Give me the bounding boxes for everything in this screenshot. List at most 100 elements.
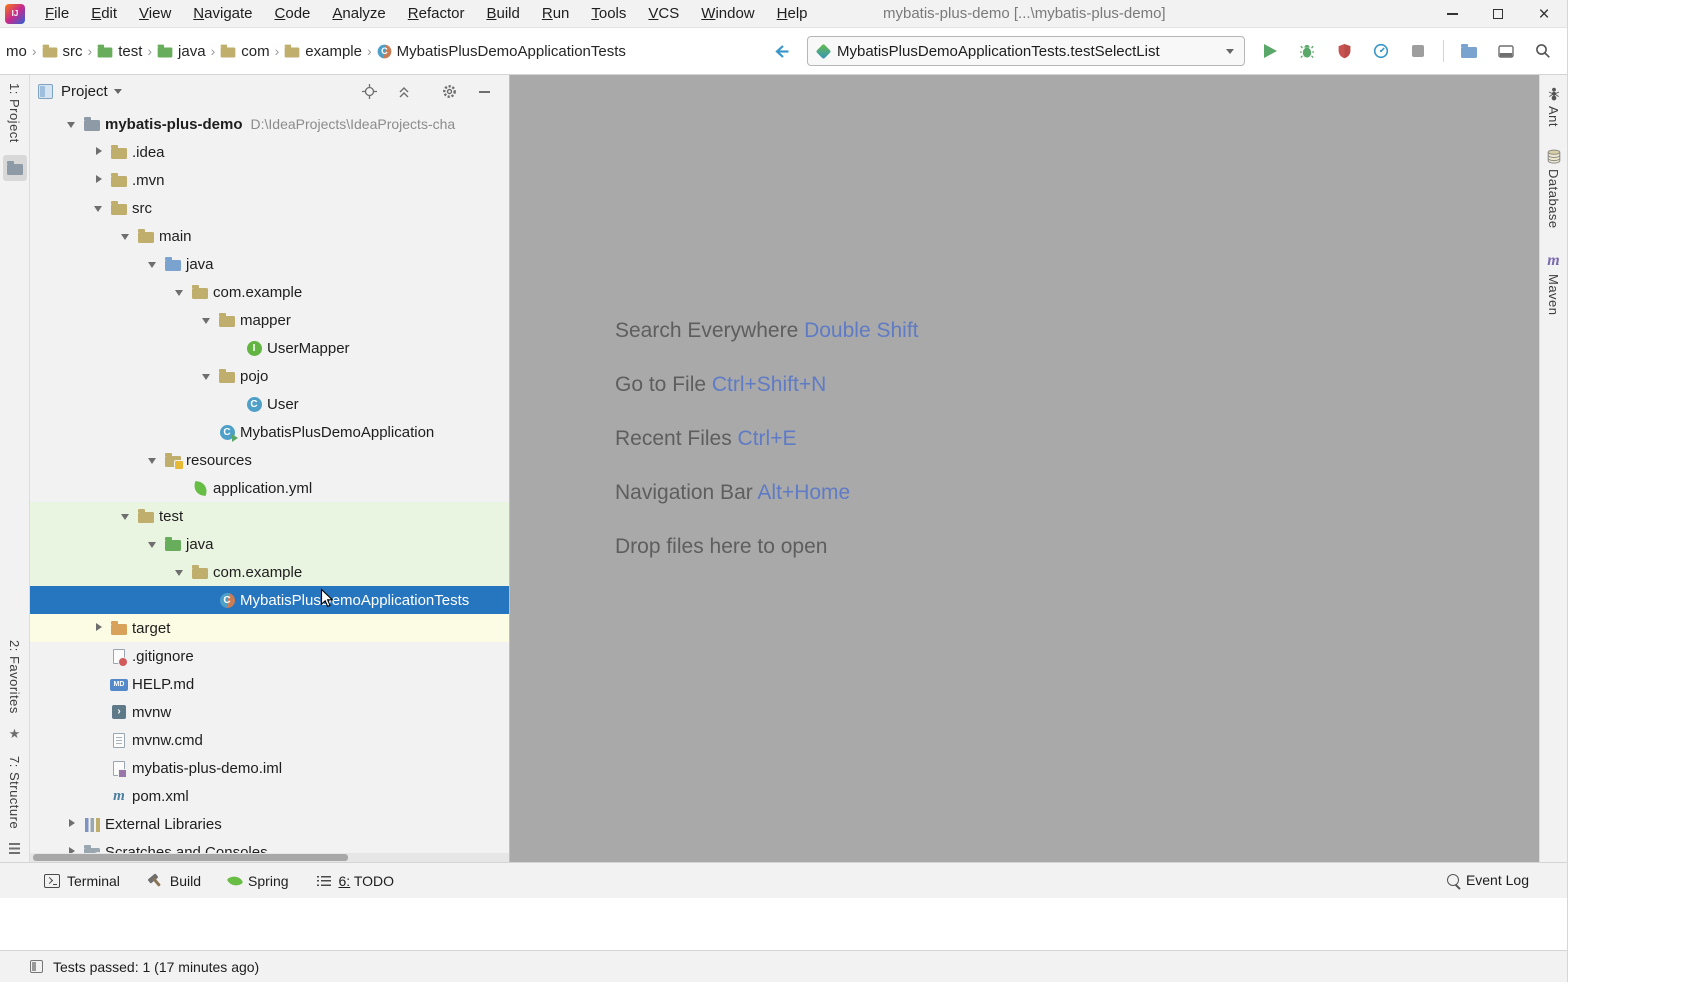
- project-toolwindow-button[interactable]: [3, 155, 27, 181]
- scrollbar-thumb[interactable]: [33, 854, 348, 861]
- toolwindow-terminal-button[interactable]: Terminal: [44, 873, 120, 889]
- tree-item-target[interactable]: target: [30, 614, 509, 642]
- tree-item-src[interactable]: src: [30, 194, 509, 222]
- chevron-down-icon[interactable]: [118, 222, 136, 250]
- menu-tools[interactable]: Tools: [580, 0, 637, 28]
- maximize-button[interactable]: [1475, 0, 1521, 28]
- toolwindow-toggle-icon[interactable]: [30, 960, 43, 973]
- toolwindow-spring-button[interactable]: Spring: [229, 873, 288, 889]
- tree-item-mybatis-plus-demo[interactable]: mybatis-plus-demoD:\IdeaProjects\IdeaPro…: [30, 110, 509, 138]
- tree-item-pojo[interactable]: pojo: [30, 362, 509, 390]
- breadcrumb-item-src[interactable]: src: [42, 43, 83, 60]
- chevron-down-icon[interactable]: [172, 278, 190, 306]
- tree-item-resources[interactable]: resources: [30, 446, 509, 474]
- chevron-right-icon[interactable]: [91, 166, 109, 194]
- chevron-right-icon[interactable]: [91, 614, 109, 642]
- toolwindow-maven-button[interactable]: Maven: [1546, 274, 1561, 316]
- tree-item-com-example[interactable]: com.example: [30, 558, 509, 586]
- star-icon[interactable]: ★: [9, 726, 21, 742]
- tree-item-mybatisplusdemoapplication[interactable]: MybatisPlusDemoApplication: [30, 418, 509, 446]
- chevron-right-icon[interactable]: [64, 810, 82, 838]
- toolwindow-favorites-button[interactable]: 2: Favorites: [7, 640, 22, 714]
- window-layout-button[interactable]: [1494, 39, 1518, 63]
- ant-icon[interactable]: [1548, 87, 1560, 101]
- minimize-button[interactable]: [1429, 0, 1475, 28]
- menu-help[interactable]: Help: [766, 0, 819, 28]
- menu-build[interactable]: Build: [475, 0, 530, 28]
- tree-item--mvn[interactable]: .mvn: [30, 166, 509, 194]
- menu-navigate[interactable]: Navigate: [182, 0, 263, 28]
- tree-item-usermapper[interactable]: UserMapper: [30, 334, 509, 362]
- tree-item--idea[interactable]: .idea: [30, 138, 509, 166]
- menu-code[interactable]: Code: [264, 0, 322, 28]
- collapse-all-button[interactable]: [395, 83, 413, 101]
- tree-item-mvnw[interactable]: mvnw: [30, 698, 509, 726]
- toolwindow-todo-button[interactable]: 6: TODO: [317, 873, 395, 889]
- menu-edit[interactable]: Edit: [80, 0, 128, 28]
- menu-analyze[interactable]: Analyze: [321, 0, 396, 28]
- tree-item-mybatis-plus-demo-iml[interactable]: mybatis-plus-demo.iml: [30, 754, 509, 782]
- tree-item-application-yml[interactable]: application.yml: [30, 474, 509, 502]
- chevron-down-icon[interactable]: [145, 250, 163, 278]
- breadcrumb-item-com[interactable]: com: [220, 43, 269, 60]
- tree-item-user[interactable]: User: [30, 390, 509, 418]
- menu-run[interactable]: Run: [531, 0, 581, 28]
- back-arrow-button[interactable]: [770, 39, 794, 63]
- tree-item-help-md[interactable]: HELP.md: [30, 670, 509, 698]
- hide-panel-button[interactable]: [475, 83, 493, 101]
- tree-item-pom-xml[interactable]: pom.xml: [30, 782, 509, 810]
- menu-view[interactable]: View: [128, 0, 182, 28]
- breadcrumb-item-mo[interactable]: mo: [6, 43, 27, 60]
- breadcrumb-item-java[interactable]: java: [157, 43, 206, 60]
- menu-window[interactable]: Window: [690, 0, 765, 28]
- tree-item-mapper[interactable]: mapper: [30, 306, 509, 334]
- chevron-right-icon[interactable]: [91, 138, 109, 166]
- run-config-selector[interactable]: MybatisPlusDemoApplicationTests.testSele…: [807, 36, 1245, 66]
- tree-item-test[interactable]: test: [30, 502, 509, 530]
- maven-icon[interactable]: m: [1547, 253, 1559, 269]
- tree-item-external-libraries[interactable]: External Libraries: [30, 810, 509, 838]
- toolwindow-database-button[interactable]: Database: [1546, 169, 1561, 229]
- toolwindow-project-button[interactable]: 1: Project: [7, 83, 22, 143]
- toolwindow-event-log-button[interactable]: Event Log: [1447, 872, 1529, 888]
- chevron-down-icon[interactable]: [118, 502, 136, 530]
- tree-item-com-example[interactable]: com.example: [30, 278, 509, 306]
- tree-item--gitignore[interactable]: .gitignore: [30, 642, 509, 670]
- tree-item-mvnw-cmd[interactable]: mvnw.cmd: [30, 726, 509, 754]
- chevron-down-icon[interactable]: [114, 89, 122, 94]
- toolwindow-ant-button[interactable]: Ant: [1546, 106, 1561, 127]
- chevron-down-icon[interactable]: [172, 558, 190, 586]
- chevron-down-icon[interactable]: [199, 306, 217, 334]
- search-everywhere-button[interactable]: [1531, 39, 1555, 63]
- breadcrumb-item-mybatisplusdemoapplicationtests[interactable]: MybatisPlusDemoApplicationTests: [377, 43, 626, 60]
- structure-icon[interactable]: [9, 843, 20, 854]
- toolwindow-build-button[interactable]: Build: [148, 873, 201, 889]
- chevron-down-icon[interactable]: [145, 446, 163, 474]
- breadcrumb-item-example[interactable]: example: [284, 43, 362, 60]
- chevron-down-icon[interactable]: [145, 530, 163, 558]
- chevron-down-icon[interactable]: [199, 362, 217, 390]
- coverage-button[interactable]: [1332, 39, 1356, 63]
- project-panel-title[interactable]: Project: [61, 83, 108, 100]
- tree-item-java[interactable]: java: [30, 250, 509, 278]
- horizontal-scrollbar[interactable]: [30, 853, 509, 862]
- chevron-down-icon[interactable]: [91, 194, 109, 222]
- tree-item-mybatisplusdemoapplicationtests[interactable]: MybatisPlusDemoApplicationTests: [30, 586, 509, 614]
- breadcrumb-item-test[interactable]: test: [97, 43, 142, 60]
- tree-item-java[interactable]: java: [30, 530, 509, 558]
- profiler-button[interactable]: [1369, 39, 1393, 63]
- toolwindow-structure-button[interactable]: 7: Structure: [7, 756, 22, 829]
- settings-gear-button[interactable]: [440, 83, 458, 101]
- menu-file[interactable]: File: [34, 0, 80, 28]
- select-opened-file-button[interactable]: [1457, 39, 1481, 63]
- menu-refactor[interactable]: Refactor: [397, 0, 476, 28]
- debug-button[interactable]: [1295, 39, 1319, 63]
- close-button[interactable]: ×: [1521, 0, 1567, 28]
- tree-item-main[interactable]: main: [30, 222, 509, 250]
- database-icon[interactable]: [1547, 149, 1561, 164]
- locate-file-button[interactable]: [360, 83, 378, 101]
- run-button[interactable]: [1258, 39, 1282, 63]
- menu-vcs[interactable]: VCS: [637, 0, 690, 28]
- chevron-down-icon[interactable]: [64, 110, 82, 138]
- toolbar-label: 6: TODO: [339, 873, 395, 889]
